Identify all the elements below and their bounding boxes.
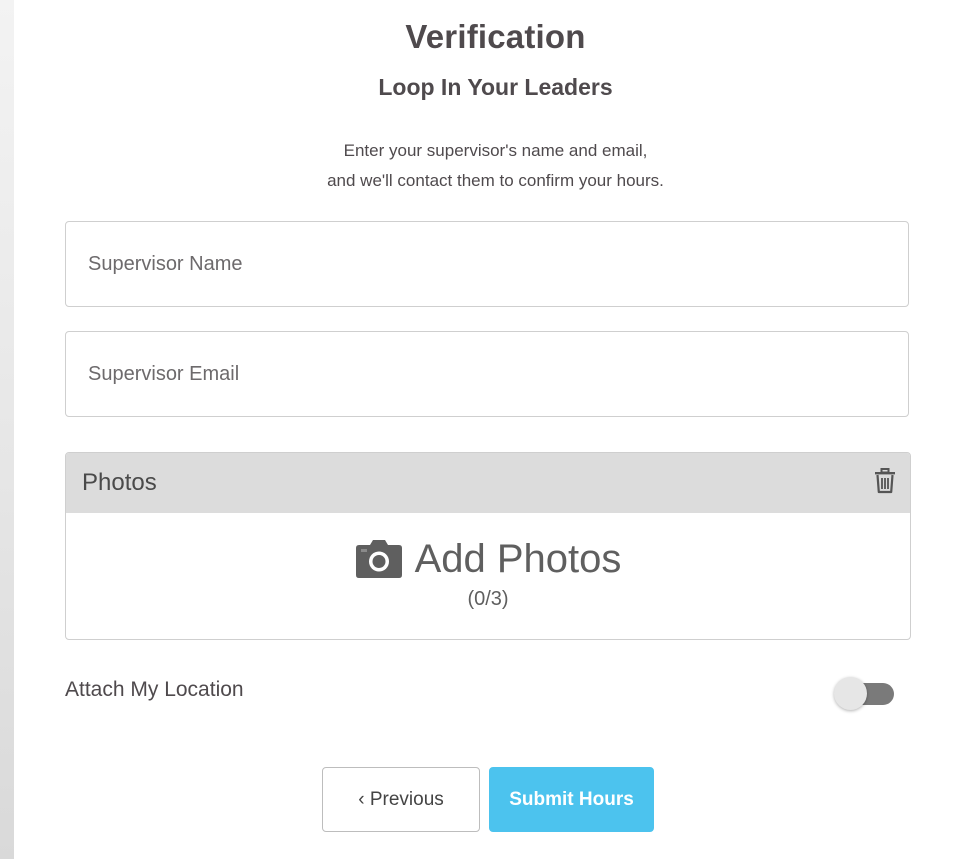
add-photos-button[interactable]: Add Photos (0/3): [66, 537, 910, 611]
toggle-knob: [834, 677, 867, 710]
trash-icon: [875, 468, 895, 494]
previous-button[interactable]: ‹ Previous: [322, 767, 480, 832]
supervisor-name-input[interactable]: [65, 221, 909, 307]
left-edge-shadow: [0, 0, 14, 859]
verification-panel: Verification Loop In Your Leaders Enter …: [14, 0, 977, 859]
photos-header: Photos: [66, 453, 910, 513]
submit-hours-button[interactable]: Submit Hours: [489, 767, 654, 832]
instructions-line-2: and we'll contact them to confirm your h…: [327, 171, 664, 190]
attach-location-toggle[interactable]: [834, 677, 896, 711]
page-title: Verification: [405, 18, 586, 55]
instructions-line-1: Enter your supervisor's name and email,: [343, 141, 648, 160]
photo-count: (0/3): [467, 588, 509, 610]
instructions-text: Enter your supervisor's name and email, …: [14, 136, 977, 196]
photos-section: Photos Add Photos (0/3): [65, 452, 911, 640]
add-photos-label: Add Photos: [414, 537, 622, 581]
camera-icon: [355, 540, 402, 578]
supervisor-email-input[interactable]: [65, 331, 909, 417]
page-subtitle: Loop In Your Leaders: [378, 74, 613, 100]
attach-location-label: Attach My Location: [65, 678, 244, 701]
delete-photos-button[interactable]: [874, 468, 896, 494]
photos-title: Photos: [82, 469, 157, 496]
